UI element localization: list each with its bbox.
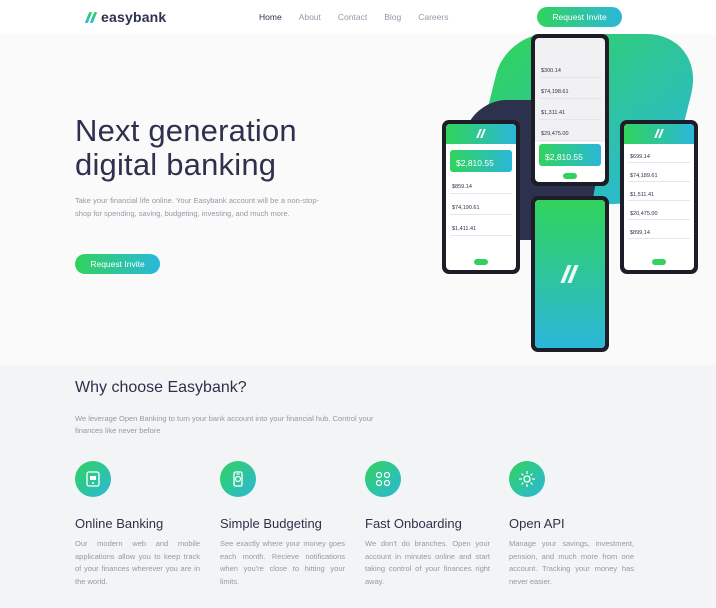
budgeting-icon: [220, 461, 256, 497]
nav-home[interactable]: Home: [259, 12, 282, 22]
feature-text: See exactly where your money goes each m…: [220, 539, 345, 586]
feature-online-banking: Online Banking Our modern web and mobile…: [75, 461, 200, 588]
why-section: Why choose Easybank? We leverage Open Ba…: [0, 365, 716, 608]
phone-mockup-bottom: [531, 196, 609, 352]
balance-card: $2,810.55: [450, 150, 512, 172]
phone-mockup-right: $699.14 $74,189.61 $1,511.41 $20,475.00 …: [620, 120, 698, 274]
feature-title: Fast Onboarding: [365, 516, 462, 531]
why-description: We leverage Open Banking to turn your ba…: [75, 414, 374, 435]
transaction-row: $1,411.41: [450, 218, 512, 236]
hero-request-invite-button[interactable]: Request Invite: [75, 254, 160, 274]
phone-screen-header: [624, 124, 694, 144]
transaction-row: $74,190.61: [450, 197, 512, 215]
hero-title: Next generation digital banking: [75, 114, 297, 182]
phone-mockup-center: $2,810.55: [531, 142, 609, 186]
feature-fast-onboarding: Fast Onboarding We don't do branches. Op…: [365, 461, 490, 588]
app-logo-icon: [560, 265, 579, 283]
transaction-row: $899.14: [628, 223, 690, 239]
app-logo-icon: [654, 129, 664, 138]
online-banking-icon: [75, 461, 111, 497]
nav-blog[interactable]: Blog: [384, 12, 401, 22]
app-logo-icon: [476, 129, 486, 138]
phone-mockup-left: $2,810.55 $859.14 $74,190.61 $1,411.41: [442, 120, 520, 274]
transaction-row: $20,475.00: [628, 204, 690, 220]
hero-section: Next generation digital banking Take you…: [0, 34, 716, 365]
transaction-row: $1,511.41: [628, 185, 690, 201]
request-invite-button[interactable]: Request Invite: [537, 7, 622, 27]
hero-title-line-1: Next generation: [75, 113, 297, 148]
phone-pill-button: [563, 173, 577, 179]
phone-screen: $2,810.55: [535, 142, 605, 182]
onboarding-icon: [365, 461, 401, 497]
transaction-row: $1,311.41: [539, 102, 601, 120]
transaction-row: $29,475.00: [539, 123, 601, 141]
logo[interactable]: easybank: [84, 9, 167, 25]
phone-screen: [535, 200, 605, 348]
phone-screen: $699.14 $74,189.61 $1,511.41 $20,475.00 …: [624, 124, 694, 270]
hero-illustration: $300.14 $74,198.61 $1,311.41 $29,475.00 …: [440, 34, 716, 365]
hero-description: Take your financial life online. Your Ea…: [75, 196, 319, 218]
feature-simple-budgeting: Simple Budgeting See exactly where your …: [220, 461, 345, 588]
hero-title-line-2: digital banking: [75, 147, 277, 182]
transaction-row: $300.14: [539, 60, 601, 78]
feature-open-api: Open API Manage your savings, investment…: [509, 461, 634, 588]
nav-careers[interactable]: Careers: [418, 12, 448, 22]
feature-title: Simple Budgeting: [220, 516, 322, 531]
phone-pill-button: [652, 259, 666, 265]
feature-text: We don't do branches. Open your account …: [365, 539, 490, 586]
transaction-row: $74,198.61: [539, 81, 601, 99]
nav-contact[interactable]: Contact: [338, 12, 367, 22]
splash-screen: [535, 200, 605, 348]
main-nav: Home About Contact Blog Careers: [259, 12, 465, 22]
feature-text: Our modern web and mobile applications a…: [75, 539, 200, 586]
logo-icon: [84, 11, 98, 23]
why-title: Why choose Easybank?: [75, 379, 247, 396]
api-icon: [509, 461, 545, 497]
nav-about[interactable]: About: [299, 12, 321, 22]
balance-card: $2,810.55: [539, 144, 601, 166]
phone-pill-button: [474, 259, 488, 265]
feature-text: Manage your savings, investment, pension…: [509, 539, 634, 586]
transaction-row: $859.14: [450, 176, 512, 194]
transaction-row: $74,189.61: [628, 166, 690, 182]
site-header: easybank Home About Contact Blog Careers…: [0, 0, 716, 34]
transaction-row: $699.14: [628, 147, 690, 163]
feature-title: Online Banking: [75, 516, 164, 531]
phone-screen: $2,810.55 $859.14 $74,190.61 $1,411.41: [446, 124, 516, 270]
phone-screen-header: [446, 124, 516, 144]
logo-text: easybank: [101, 9, 167, 25]
feature-title: Open API: [509, 516, 565, 531]
